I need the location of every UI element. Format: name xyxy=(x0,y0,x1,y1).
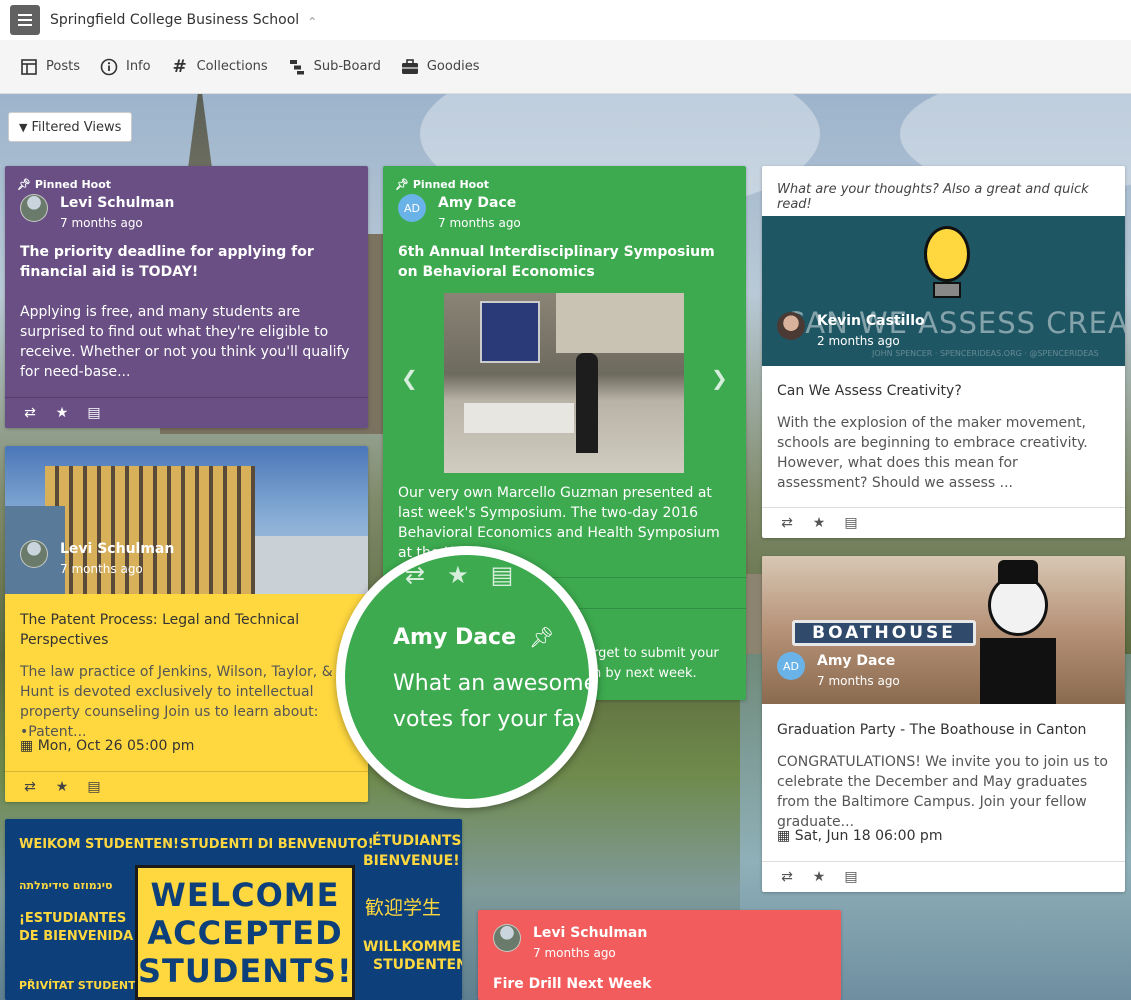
post-card-fire-drill[interactable]: Levi Schulman 7 months ago Fire Drill Nex… xyxy=(478,910,841,1000)
hamburger-menu-button[interactable] xyxy=(10,5,40,35)
post-title: Graduation Party - The Boathouse in Cant… xyxy=(777,722,1087,738)
comment-icon[interactable]: ▤ xyxy=(842,515,860,531)
comment-icon[interactable]: ▤ xyxy=(85,779,103,795)
carousel-prev-icon[interactable]: ❮ xyxy=(401,366,418,390)
post-actions: ⇄ ★ ▤ xyxy=(762,507,1125,538)
post-image[interactable]: Levi Schulman 7 months ago xyxy=(5,446,368,594)
repost-icon[interactable]: ⇄ xyxy=(778,869,796,885)
event-date: ▦ Sat, Jun 18 06:00 pm xyxy=(777,828,943,844)
post-body: With the explosion of the maker movement… xyxy=(777,415,1088,491)
welcome-sign: WELCOME ACCEPTED STUDENTS! xyxy=(135,865,355,1000)
nav-sub-board[interactable]: Sub-Board xyxy=(288,58,381,76)
repost-icon[interactable]: ⇄ xyxy=(21,405,39,421)
star-icon[interactable]: ★ xyxy=(53,779,71,795)
comment-icon[interactable]: ▤ xyxy=(85,405,103,421)
post-body: The law practice of Jenkins, Wilson, Tay… xyxy=(20,664,333,740)
comment-line-2: votes for your fav xyxy=(393,707,589,732)
avatar[interactable]: AD xyxy=(777,652,805,680)
briefcase-icon xyxy=(401,58,419,76)
carousel-next-icon[interactable]: ❯ xyxy=(711,366,728,390)
post-title: The priority deadline for applying for f… xyxy=(20,244,314,280)
post-image[interactable]: CAN WE ASSESS CREATIVITY? JOHN SPENCER ·… xyxy=(762,216,1125,366)
post-title: Can We Assess Creativity? xyxy=(777,383,962,399)
calendar-icon: ▦ xyxy=(20,738,34,754)
star-icon: ★ xyxy=(447,561,469,589)
star-icon[interactable]: ★ xyxy=(810,869,828,885)
post-actions: ⇄ ★ ▤ xyxy=(5,771,368,802)
star-icon[interactable]: ★ xyxy=(810,515,828,531)
pin-icon: 📌︎ xyxy=(529,625,555,649)
post-image[interactable]: BOATHOUSE AD Amy Dace 7 months ago xyxy=(762,556,1125,704)
post-header-note: What are your thoughts? Also a great and… xyxy=(777,182,1089,212)
hashtag-icon: # xyxy=(172,56,187,77)
filtered-views-button[interactable]: ▼ Filtered Views xyxy=(8,112,133,142)
repost-icon[interactable]: ⇄ xyxy=(21,779,39,795)
lightbulb-icon xyxy=(924,226,970,282)
pin-icon: 📌︎ xyxy=(395,178,409,191)
layout-icon xyxy=(20,58,38,76)
post-author: Levi Schulman 7 months ago xyxy=(493,924,647,960)
avatar[interactable] xyxy=(777,312,805,340)
nav-goodies[interactable]: Goodies xyxy=(401,58,479,76)
comment-text: rget to submit your n by next week. xyxy=(593,646,719,681)
avatar[interactable]: AD xyxy=(398,194,426,222)
repost-icon: ⇄ xyxy=(405,561,426,589)
pinned-label: 📌︎ Pinned Hoot xyxy=(395,178,490,191)
post-title: Fire Drill Next Week xyxy=(493,976,652,992)
post-image[interactable] xyxy=(444,293,684,473)
avatar[interactable] xyxy=(20,194,48,222)
post-author: Levi Schulman 7 months ago xyxy=(20,540,174,576)
pin-icon: 📌︎ xyxy=(17,178,31,191)
comment-magnifier: ⇄ ★ ▤ Amy Dace 📌︎ What an awesome votes fo… xyxy=(336,546,598,808)
post-body: CONGRATULATIONS! We invite you to join u… xyxy=(777,754,1108,830)
board-title[interactable]: Springfield College Business School xyxy=(50,12,299,28)
post-card-creativity[interactable]: What are your thoughts? Also a great and… xyxy=(762,166,1125,538)
event-date: ▦ Mon, Oct 26 05:00 pm xyxy=(20,738,195,754)
top-bar: Springfield College Business School ⌃ xyxy=(0,0,1131,40)
board-nav: Posts Info # Collections Sub-Board Goodie… xyxy=(0,40,1131,94)
funnel-icon: ▼ xyxy=(19,120,28,134)
post-author: AD Amy Dace 7 months ago xyxy=(777,652,900,688)
post-title: 6th Annual Interdisciplinary Symposium o… xyxy=(398,244,715,280)
post-title: The Patent Process: Legal and Technical … xyxy=(20,612,300,648)
post-author: Levi Schulman 7 months ago xyxy=(20,194,174,230)
nav-info[interactable]: Info xyxy=(100,58,151,76)
magnified-actions: ⇄ ★ ▤ xyxy=(405,561,513,589)
info-icon xyxy=(100,58,118,76)
post-card-welcome-students[interactable]: WEIKOM STUDENTEN! STUDENTI DI BENVENUTO!… xyxy=(5,819,462,1000)
avatar[interactable] xyxy=(20,540,48,568)
repost-icon[interactable]: ⇄ xyxy=(778,515,796,531)
pinned-label: 📌︎ Pinned Hoot xyxy=(17,178,112,191)
post-body: Applying is free, and many students are … xyxy=(20,304,350,380)
post-card-financial-aid[interactable]: 📌︎ Pinned Hoot Levi Schulman 7 months ago… xyxy=(5,166,368,428)
post-card-patent-process[interactable]: Levi Schulman 7 months ago The Patent Pro… xyxy=(5,446,368,802)
post-author: AD Amy Dace 7 months ago xyxy=(398,194,521,230)
calendar-icon: ▦ xyxy=(777,828,791,844)
avatar[interactable] xyxy=(493,924,521,952)
chevron-up-icon[interactable]: ⌃ xyxy=(307,15,317,29)
star-icon[interactable]: ★ xyxy=(53,405,71,421)
post-actions: ⇄ ★ ▤ xyxy=(762,861,1125,892)
nav-collections[interactable]: # Collections xyxy=(171,56,267,77)
comment-icon: ▤ xyxy=(490,561,514,589)
post-author: Kevin Castillo 2 months ago xyxy=(777,312,925,348)
tree-icon xyxy=(288,58,306,76)
comment-author: Amy Dace xyxy=(393,625,517,650)
comment-icon[interactable]: ▤ xyxy=(842,869,860,885)
comment-line-1: What an awesome xyxy=(393,671,598,696)
nav-posts[interactable]: Posts xyxy=(20,58,80,76)
post-card-graduation-party[interactable]: BOATHOUSE AD Amy Dace 7 months ago Gradua… xyxy=(762,556,1125,892)
post-actions: ⇄ ★ ▤ xyxy=(5,397,368,428)
